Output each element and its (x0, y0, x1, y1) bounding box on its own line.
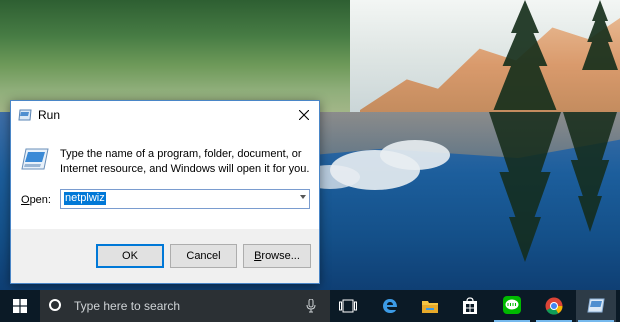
ok-button[interactable]: OK (96, 244, 164, 268)
close-button[interactable] (289, 101, 319, 129)
taskbar: Type here to search (0, 290, 620, 322)
chrome-icon (545, 297, 563, 315)
search-placeholder[interactable]: Type here to search (74, 299, 180, 313)
task-view-icon (339, 299, 357, 313)
task-view-button[interactable] (328, 290, 368, 322)
cortana-icon[interactable] (49, 299, 61, 311)
run-dialog: Run Type the name of a program, folder, … (10, 100, 320, 284)
chevron-down-icon[interactable] (300, 195, 306, 199)
title-bar[interactable]: Run (11, 101, 319, 129)
taskbar-store[interactable] (450, 290, 490, 322)
open-combobox[interactable]: netplwiz (60, 189, 310, 209)
edge-icon (383, 299, 397, 313)
dialog-content: Type the name of a program, folder, docu… (11, 129, 319, 229)
taskbar-chrome[interactable] (534, 290, 574, 322)
run-app-icon (587, 298, 605, 313)
taskbar-line[interactable] (492, 290, 532, 322)
windows-start-icon (13, 299, 27, 313)
dialog-title: Run (38, 108, 61, 122)
close-icon (299, 110, 309, 120)
file-explorer-icon (422, 301, 438, 313)
dialog-description: Type the name of a program, folder, docu… (60, 148, 310, 175)
run-app-icon (18, 109, 32, 121)
taskbar-run[interactable] (576, 290, 616, 322)
open-input-value[interactable]: netplwiz (64, 192, 106, 205)
cancel-button[interactable]: Cancel (170, 244, 237, 268)
open-label: Open: (21, 194, 51, 206)
start-button[interactable] (0, 290, 40, 322)
run-program-icon (21, 148, 49, 170)
line-app-icon (503, 296, 521, 314)
microphone-icon[interactable] (306, 299, 316, 313)
taskbar-edge[interactable] (370, 290, 410, 322)
store-icon (463, 297, 477, 314)
taskbar-file-explorer[interactable] (410, 290, 450, 322)
taskbar-search-box[interactable]: Type here to search (40, 290, 330, 322)
browse-button[interactable]: Browse... (243, 244, 311, 268)
